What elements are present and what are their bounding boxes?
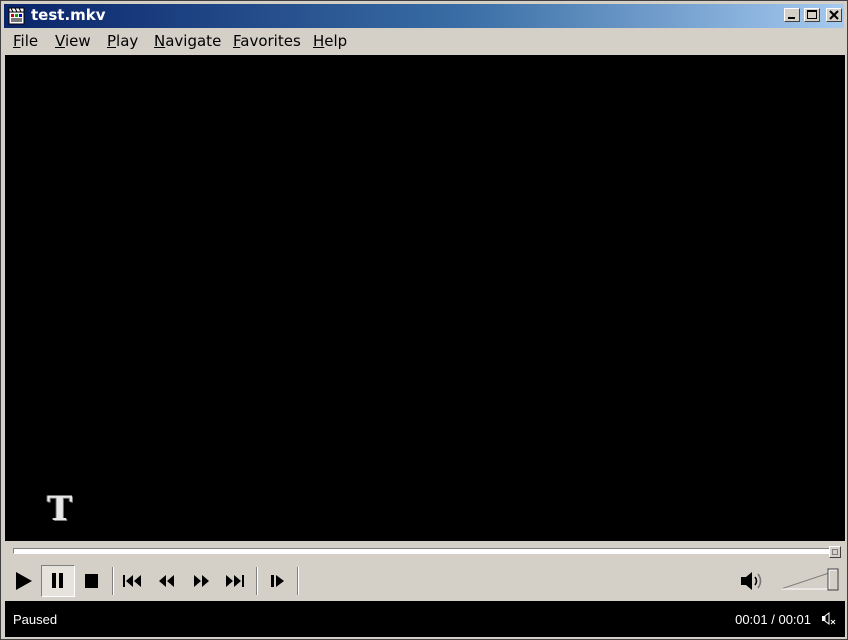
toolbar-separator — [112, 567, 114, 595]
menu-view-accel: V — [55, 32, 65, 50]
skip-next-icon — [226, 575, 244, 587]
menu-file[interactable]: File — [13, 32, 38, 50]
seek-thumb[interactable] — [829, 546, 841, 558]
maximize-icon — [807, 10, 817, 19]
menu-navigate-accel: N — [154, 32, 166, 50]
menu-view[interactable]: View — [55, 32, 91, 50]
previous-button[interactable] — [118, 567, 148, 595]
fast-forward-icon — [194, 575, 209, 587]
skip-previous-icon — [123, 575, 141, 587]
fast-forward-button[interactable] — [186, 567, 216, 595]
menu-view-label: iew — [64, 32, 91, 50]
player-window: test.mkv File View Play Navigate Favorit… — [0, 0, 848, 640]
menu-bar: File View Play Navigate Favorites Help — [4, 29, 844, 53]
menu-play-label: lay — [116, 32, 139, 50]
menu-help-accel: H — [313, 32, 325, 50]
pause-icon — [52, 573, 63, 588]
status-bar: Paused 00:01 / 00:01 — [5, 601, 845, 637]
play-icon — [16, 572, 32, 590]
menu-play[interactable]: Play — [107, 32, 138, 50]
title-bar[interactable]: test.mkv — [4, 4, 844, 28]
maximize-button[interactable] — [804, 8, 820, 22]
menu-help-label: elp — [324, 32, 348, 50]
play-button[interactable] — [9, 567, 39, 595]
frame-step-icon — [271, 575, 284, 587]
stop-icon — [85, 574, 98, 588]
playback-status: Paused — [13, 612, 58, 627]
menu-file-label: ile — [20, 32, 39, 50]
minimize-icon — [788, 17, 795, 19]
app-icon[interactable] — [8, 7, 26, 25]
rewind-button[interactable] — [152, 567, 182, 595]
video-watermark: T — [47, 489, 73, 529]
menu-file-accel: F — [13, 32, 21, 50]
video-area[interactable]: T — [5, 55, 845, 541]
pause-button[interactable] — [41, 565, 75, 597]
toolbar-separator — [297, 567, 299, 595]
mute-button[interactable] — [737, 567, 767, 595]
menu-play-accel: P — [107, 32, 117, 50]
frame-step-button[interactable] — [263, 567, 293, 595]
speaker-icon — [741, 572, 762, 590]
menu-favorites-label: avorites — [240, 32, 301, 50]
mute-icon[interactable] — [821, 612, 837, 626]
minimize-button[interactable] — [784, 8, 800, 22]
stop-button[interactable] — [77, 567, 107, 595]
menu-navigate[interactable]: Navigate — [154, 32, 221, 50]
menu-favorites[interactable]: Favorites — [233, 32, 301, 50]
menu-navigate-label: avigate — [165, 32, 222, 50]
menu-help[interactable]: Help — [313, 32, 347, 50]
rewind-icon — [159, 575, 174, 587]
window-title: test.mkv — [31, 6, 106, 24]
volume-slider[interactable] — [779, 567, 841, 593]
toolbar-separator — [256, 567, 258, 595]
next-button[interactable] — [220, 567, 250, 595]
close-button[interactable] — [826, 8, 842, 22]
close-icon — [829, 10, 839, 20]
seek-bar[interactable] — [13, 548, 841, 554]
time-display[interactable]: 00:01 / 00:01 — [735, 612, 811, 627]
